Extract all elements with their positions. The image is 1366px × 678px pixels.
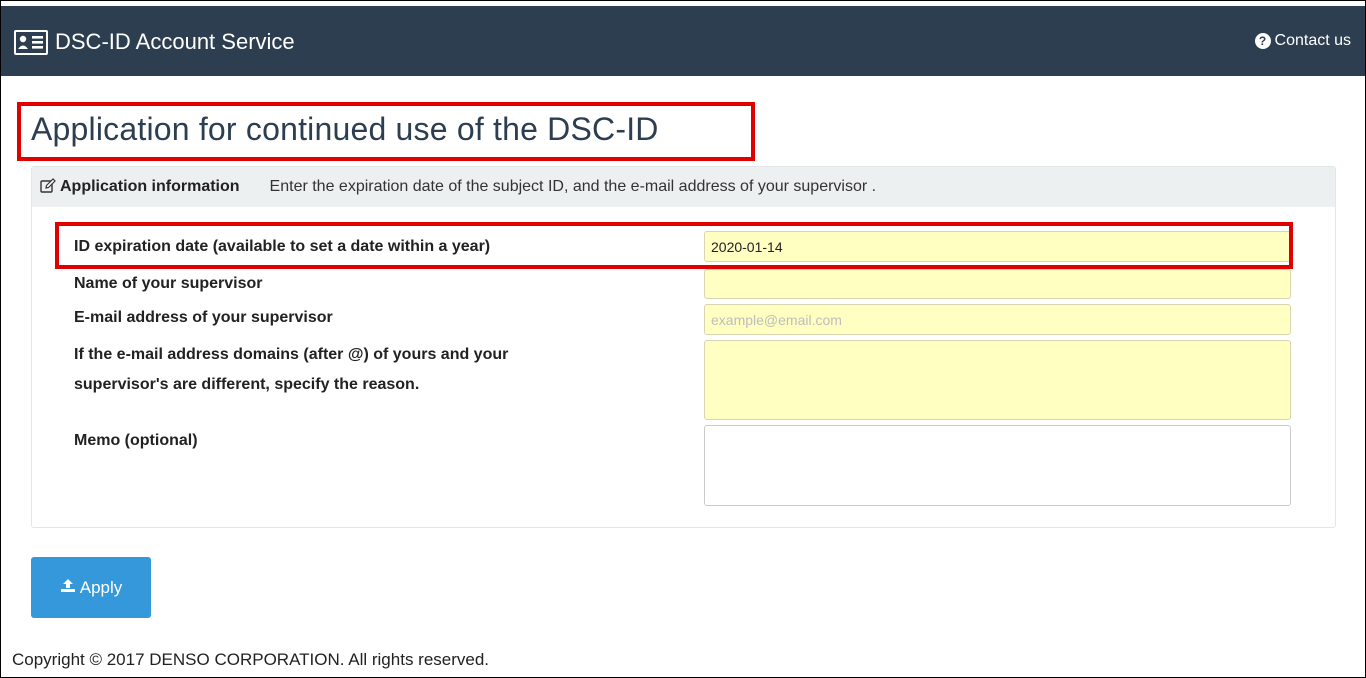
reason-label-line1: If the e-mail address domains (after @) … <box>74 346 509 363</box>
apply-button[interactable]: Apply <box>31 557 151 618</box>
address-card-icon <box>13 29 49 56</box>
navbar: DSC-ID Account Service ? Contact us <box>1 6 1365 76</box>
edit-icon <box>40 177 56 197</box>
contact-us-label: Contact us <box>1274 32 1351 49</box>
supervisor-email-field[interactable] <box>704 304 1291 335</box>
reason-textarea[interactable] <box>704 340 1291 420</box>
reason-label: If the e-mail address domains (after @) … <box>74 343 508 397</box>
title-highlight-box <box>17 102 755 161</box>
supervisor-name-label: Name of your supervisor <box>74 275 263 292</box>
expiration-highlight-box <box>55 222 1293 269</box>
reason-label-line2: supervisor's are different, specify the … <box>74 376 420 393</box>
brand-title: DSC-ID Account Service <box>55 29 295 54</box>
upload-icon <box>60 578 76 597</box>
panel-heading: Application information Enter the expira… <box>32 167 1335 207</box>
supervisor-name-field[interactable] <box>704 269 1291 299</box>
question-circle-icon: ? <box>1254 33 1271 49</box>
panel-title: Application information <box>60 178 240 195</box>
supervisor-email-label: E-mail address of your supervisor <box>74 309 333 326</box>
memo-label: Memo (optional) <box>74 432 198 449</box>
apply-button-label: Apply <box>79 577 123 597</box>
brand[interactable]: DSC-ID Account Service <box>13 27 295 57</box>
panel-description: Enter the expiration date of the subject… <box>269 178 877 195</box>
memo-textarea[interactable] <box>704 425 1291 506</box>
footer-copyright: Copyright © 2017 DENSO CORPORATION. All … <box>12 650 490 669</box>
contact-us-link[interactable]: ? Contact us <box>1254 32 1351 50</box>
